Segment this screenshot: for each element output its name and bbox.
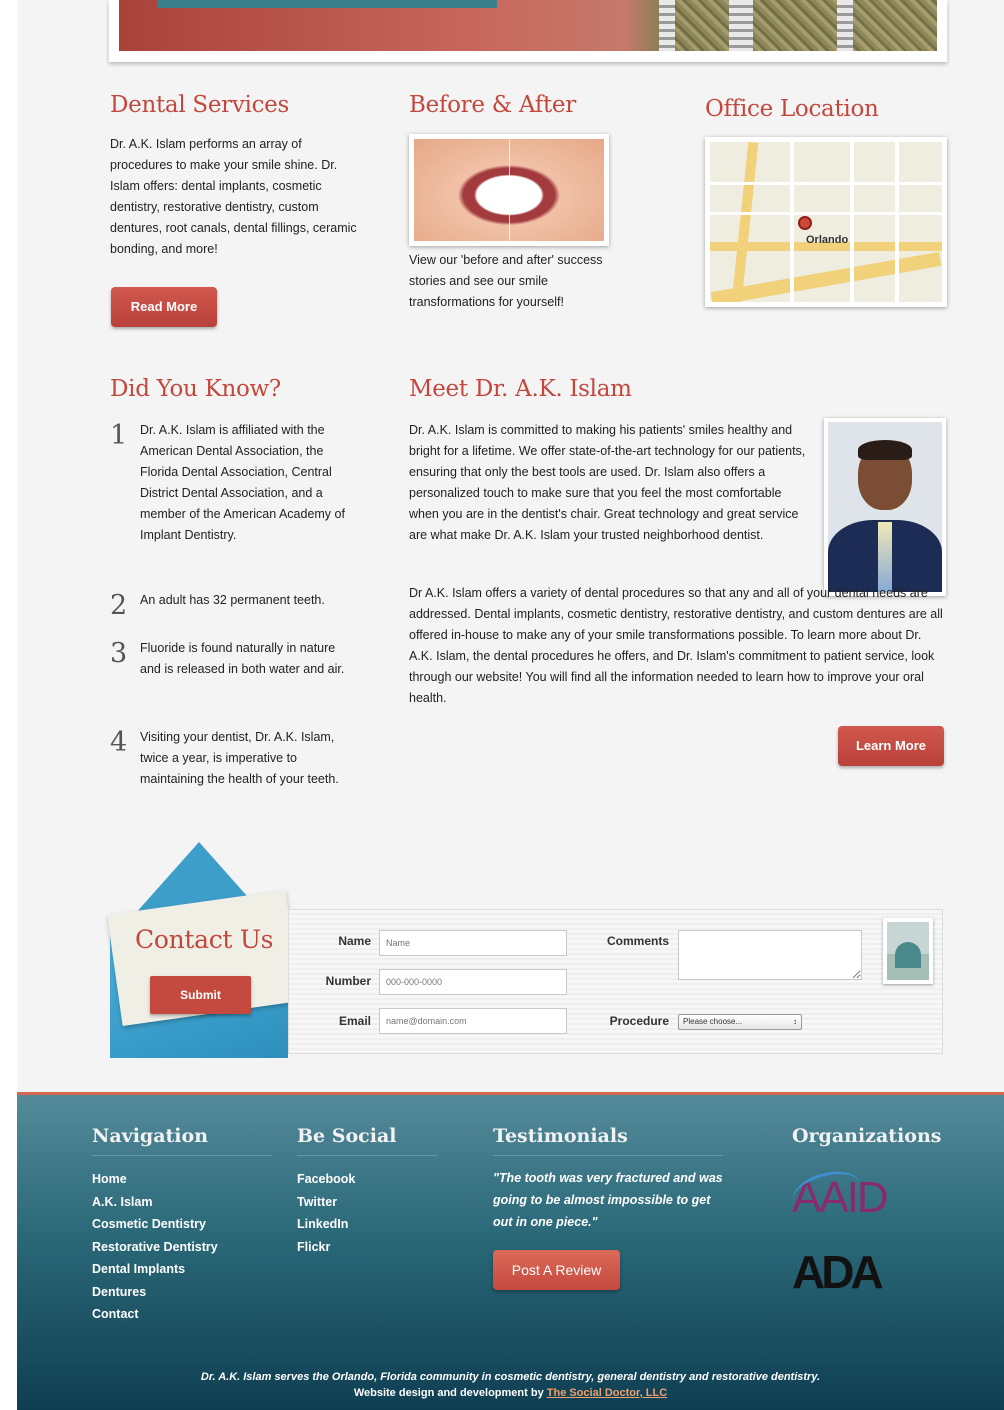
read-more-button[interactable]: Read More <box>111 287 217 327</box>
did-you-know-title: Did You Know? <box>110 376 281 402</box>
comments-textarea[interactable] <box>678 930 862 980</box>
footer-link-twitter[interactable]: Twitter <box>297 1191 355 1214</box>
footer-testimonials-title: Testimonials <box>493 1125 628 1147</box>
fact-number: 1 <box>110 420 128 451</box>
fact-item: 3 Fluoride is found naturally in nature … <box>110 638 350 708</box>
email-label: Email <box>338 1014 371 1028</box>
number-input[interactable] <box>379 969 567 995</box>
office-location-title: Office Location <box>705 96 879 122</box>
fact-item: 2 An adult has 32 permanent teeth. <box>110 590 350 621</box>
map-pin-icon <box>798 216 812 230</box>
name-input[interactable] <box>379 930 567 956</box>
fact-number: 3 <box>110 638 128 669</box>
footer-social-list: Facebook Twitter LinkedIn Flickr <box>297 1168 355 1258</box>
footer-link-contact[interactable]: Contact <box>92 1303 218 1326</box>
fact-number: 4 <box>110 727 128 758</box>
hero-texture <box>659 0 937 51</box>
footer-link-cosmetic[interactable]: Cosmetic Dentistry <box>92 1213 218 1236</box>
fact-item: 4 Visiting your dentist, Dr. A.K. Islam,… <box>110 727 350 817</box>
credit-link[interactable]: The Social Doctor, LLC <box>547 1387 667 1399</box>
footer-link-flickr[interactable]: Flickr <box>297 1236 355 1259</box>
dental-services-title: Dental Services <box>110 92 289 118</box>
hero-banner <box>109 0 947 62</box>
footer-nav-title: Navigation <box>92 1125 209 1147</box>
footer-link-linkedin[interactable]: LinkedIn <box>297 1213 355 1236</box>
hero-band <box>157 0 497 8</box>
footer-social-title: Be Social <box>297 1125 397 1147</box>
meet-doctor-paragraph: Dr. A.K. Islam is committed to making hi… <box>409 423 806 542</box>
fact-text: An adult has 32 permanent teeth. <box>140 593 325 607</box>
page: Dental Services Dr. A.K. Islam performs … <box>17 0 1004 1410</box>
footer-link-restorative[interactable]: Restorative Dentistry <box>92 1236 218 1259</box>
procedure-label: Procedure <box>609 1014 669 1028</box>
office-map[interactable]: Orlando <box>705 137 947 307</box>
before-after-title: Before & After <box>409 92 576 118</box>
learn-more-button[interactable]: Learn More <box>838 726 944 766</box>
footer-credit: Website design and development by The So… <box>17 1387 1004 1399</box>
footer-link-home[interactable]: Home <box>92 1168 218 1191</box>
meet-doctor-title: Meet Dr. A.K. Islam <box>409 376 632 402</box>
post-review-button[interactable]: Post A Review <box>493 1250 620 1290</box>
procedure-select[interactable]: Please choose... ↕ <box>678 1014 802 1030</box>
email-input[interactable] <box>379 1008 567 1034</box>
footer-link-dentures[interactable]: Dentures <box>92 1281 218 1304</box>
submit-button[interactable]: Submit <box>150 976 251 1014</box>
testimonial-quote: "The tooth was very fractured and was go… <box>493 1171 723 1229</box>
meet-doctor-paragraph-2: Dr A.K. Islam offers a variety of dental… <box>409 586 943 705</box>
before-after-image[interactable] <box>409 134 609 246</box>
map-label: Orlando <box>806 234 849 246</box>
comments-label: Comments <box>606 934 669 948</box>
footer-tagline: Dr. A.K. Islam serves the Orlando, Flori… <box>200 1371 821 1383</box>
stamp-graphic <box>883 918 933 984</box>
select-arrows-icon: ↕ <box>793 1017 797 1026</box>
footer-link-ak-islam[interactable]: A.K. Islam <box>92 1191 218 1214</box>
implant-image <box>837 0 853 51</box>
footer-nav-list: Home A.K. Islam Cosmetic Dentistry Resto… <box>92 1168 218 1326</box>
implant-image <box>659 0 675 51</box>
fact-text: Visiting your dentist, Dr. A.K. Islam, t… <box>140 730 339 786</box>
footer-link-implants[interactable]: Dental Implants <box>92 1258 218 1281</box>
footer: Navigation Home A.K. Islam Cosmetic Dent… <box>17 1092 1004 1410</box>
credit-prefix: Website design and development by <box>353 1387 544 1399</box>
fact-item: 1 Dr. A.K. Islam is affiliated with the … <box>110 420 350 570</box>
fact-number: 2 <box>110 590 128 621</box>
dental-services-text: Dr. A.K. Islam performs an array of proc… <box>110 137 357 256</box>
doctor-photo <box>824 418 946 596</box>
fact-text: Fluoride is found naturally in nature an… <box>140 641 345 676</box>
implant-image <box>729 0 753 51</box>
footer-link-facebook[interactable]: Facebook <box>297 1168 355 1191</box>
aaid-logo[interactable]: AAID <box>788 1164 916 1235</box>
name-label: Name <box>338 934 371 948</box>
hero-image <box>119 0 937 51</box>
before-after-text: View our 'before and after' success stor… <box>409 253 603 309</box>
footer-orgs-title: Organizations <box>792 1125 942 1147</box>
procedure-selected-value: Please choose... <box>683 1017 743 1026</box>
contact-us-title: Contact Us <box>135 925 274 954</box>
number-label: Number <box>325 974 371 988</box>
fact-text: Dr. A.K. Islam is affiliated with the Am… <box>140 423 345 542</box>
ada-logo[interactable]: ADA <box>792 1245 884 1299</box>
